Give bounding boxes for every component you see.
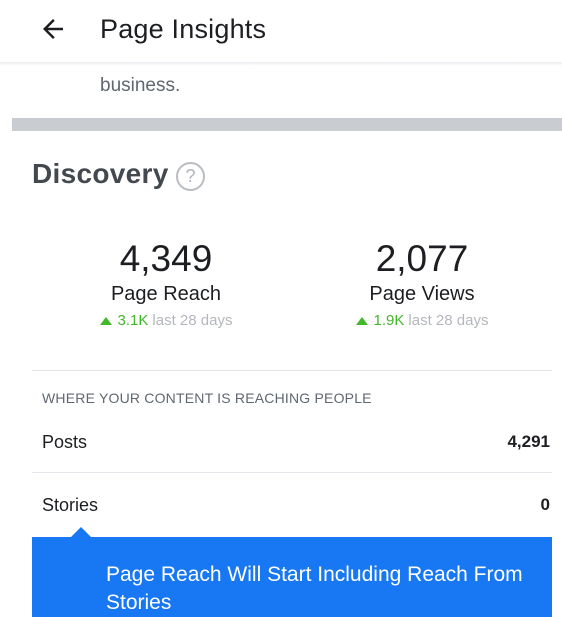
row-value: 0: [540, 495, 550, 514]
trend-up-icon: [355, 316, 368, 325]
row-label: Posts: [42, 431, 88, 452]
metric-label: Page Reach: [110, 283, 222, 305]
page-title: Page Insights: [100, 14, 267, 44]
row-value: 4,291: [507, 432, 550, 451]
trend-period: last 28 days: [408, 312, 489, 329]
metric-value: 4,349: [119, 238, 213, 279]
trend-value: 1.9K: [373, 312, 405, 329]
trend-value: 3.1K: [117, 312, 149, 329]
reach-row-posts[interactable]: Posts 4,291: [42, 422, 550, 462]
metric-trend: 3.1K last 28 days: [66, 312, 266, 329]
tooltip-text: Page Reach Will Start Including Reach Fr…: [106, 563, 523, 614]
divider-line: [32, 472, 552, 473]
metric-value: 2,077: [375, 238, 469, 279]
stories-reach-tooltip[interactable]: Page Reach Will Start Including Reach Fr…: [32, 537, 552, 617]
help-icon[interactable]: ?: [176, 162, 205, 191]
page-reach-metric[interactable]: 4,349 Page Reach 3.1K last 28 days: [66, 237, 266, 329]
trend-up-icon: [99, 316, 112, 325]
trend-period: last 28 days: [152, 312, 233, 329]
section-divider: [12, 118, 562, 131]
reach-row-stories[interactable]: Stories 0: [42, 485, 550, 525]
app-header: Page Insights: [0, 0, 562, 62]
reach-section-heading: WHERE YOUR CONTENT IS REACHING PEOPLE: [42, 390, 372, 406]
intro-business-text: business.: [100, 75, 181, 96]
discovery-title: Discovery: [32, 158, 169, 189]
page-views-metric[interactable]: 2,077 Page Views 1.9K last 28 days: [322, 237, 522, 329]
back-button[interactable]: [38, 14, 78, 46]
header-shadow: [0, 62, 562, 66]
metric-label: Page Views: [369, 283, 475, 305]
back-arrow-icon: [38, 19, 68, 48]
metric-trend: 1.9K last 28 days: [322, 312, 522, 329]
divider-line: [32, 370, 552, 371]
row-label: Stories: [42, 494, 99, 515]
